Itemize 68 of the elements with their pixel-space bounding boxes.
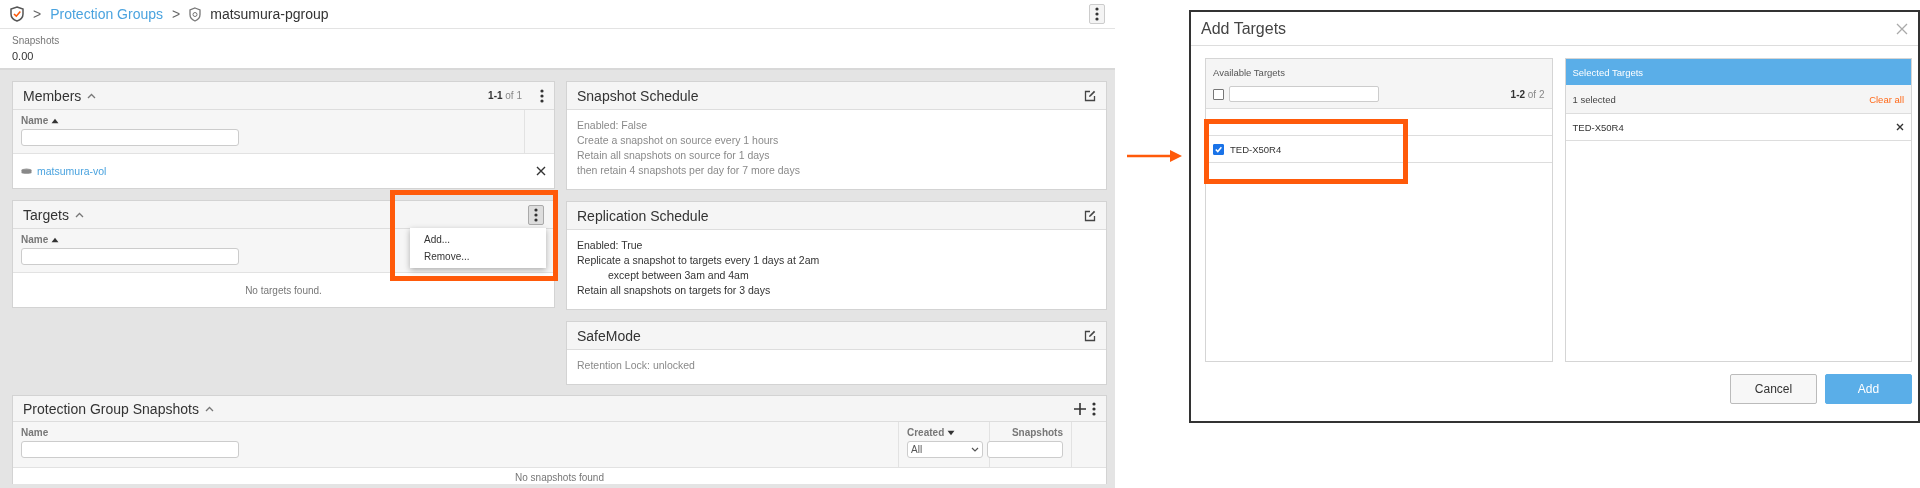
schedule-text: Create a snapshot on source every 1 hours [577, 133, 780, 148]
edit-icon[interactable] [1084, 89, 1096, 102]
edit-icon[interactable] [1084, 329, 1096, 342]
target-label[interactable]: TED-X50R4 [1230, 143, 1282, 155]
cancel-button[interactable]: Cancel [1730, 373, 1817, 404]
stat-value: 0.00 [12, 50, 35, 62]
plus-icon[interactable] [1074, 402, 1086, 415]
volume-link[interactable]: matsumura-vol [37, 165, 107, 177]
column-header[interactable]: Name [21, 427, 890, 438]
panel-title: Available Targets [1212, 66, 1286, 80]
breadcrumb-separator: > [33, 6, 42, 22]
filter-field[interactable] [21, 129, 239, 146]
edit-icon[interactable] [1084, 209, 1096, 222]
target-label: TED-X50R4 [1572, 121, 1624, 133]
select-field[interactable]: All [907, 441, 983, 458]
breadcrumb-separator: > [172, 6, 181, 22]
card-title: Members [23, 87, 82, 104]
card-title: Targets [23, 206, 69, 223]
panel-title: Selected Targets [1565, 59, 1911, 85]
more-button[interactable] [1089, 4, 1105, 24]
more-button[interactable] [528, 204, 544, 225]
schedule-text: Retain all snapshots on source for 1 days [577, 148, 771, 163]
schedule-text: except between 3am and 4am [607, 268, 750, 283]
shield-icon [189, 6, 202, 22]
more-icon[interactable] [534, 207, 538, 222]
arrow-icon [1127, 149, 1182, 163]
more-icon[interactable] [540, 88, 544, 103]
more-icon[interactable] [1095, 7, 1099, 21]
search-field[interactable] [1229, 86, 1379, 102]
filter-field[interactable] [987, 441, 1063, 458]
schedule-text: then retain 4 snapshots per day for 7 more days [577, 163, 801, 178]
schedule-text: Enabled: False [577, 118, 649, 133]
column-header[interactable]: Snapshots [1011, 427, 1063, 438]
card-title: Protection Group Snapshots [23, 400, 199, 417]
card-title: SafeMode [577, 327, 641, 344]
chevron-up-icon[interactable] [87, 92, 97, 99]
card-title: Replication Schedule [577, 207, 709, 224]
pagination-count: 1-2 of 2 [1510, 88, 1545, 100]
add-button[interactable]: Add [1825, 373, 1912, 404]
stat-label: Snapshots [12, 35, 61, 46]
chevron-down-icon [971, 447, 979, 452]
breadcrumb-current: matsumura-pgroup [210, 6, 329, 22]
close-icon[interactable] [1896, 123, 1904, 131]
breadcrumb-link[interactable]: Protection Groups [50, 6, 164, 22]
schedule-text: Enabled: True [577, 238, 644, 253]
disk-icon [21, 167, 32, 175]
schedule-text: Retain all snapshots on targets for 3 days [577, 283, 772, 298]
chevron-up-icon[interactable] [204, 405, 214, 412]
column-header[interactable]: Created [907, 427, 981, 438]
filter-field[interactable] [21, 248, 239, 265]
selection-count: 1 selected [1572, 93, 1616, 105]
shield-check-icon[interactable] [10, 6, 24, 22]
card-title: Snapshot Schedule [577, 87, 699, 104]
menu-item[interactable]: Remove... [410, 248, 546, 265]
checkbox[interactable] [1213, 143, 1224, 155]
chevron-up-icon[interactable] [74, 211, 84, 218]
more-icon[interactable] [1092, 401, 1096, 416]
close-icon[interactable] [536, 166, 546, 176]
checkbox[interactable] [1213, 88, 1224, 100]
schedule-text: Replicate a snapshot to targets every 1 days at 2am [577, 253, 821, 268]
dialog-title: Add Targets [1201, 19, 1287, 38]
pagination-count: 1-1 of 1 [488, 90, 522, 101]
empty-message: No targets found. [245, 284, 322, 296]
empty-message: No snapshots found [515, 472, 604, 483]
menu-item[interactable]: Add... [410, 231, 546, 248]
filter-field[interactable] [21, 441, 239, 458]
schedule-text: Retention Lock: unlocked [577, 358, 696, 373]
clear-all-link[interactable]: Clear all [1869, 93, 1904, 105]
